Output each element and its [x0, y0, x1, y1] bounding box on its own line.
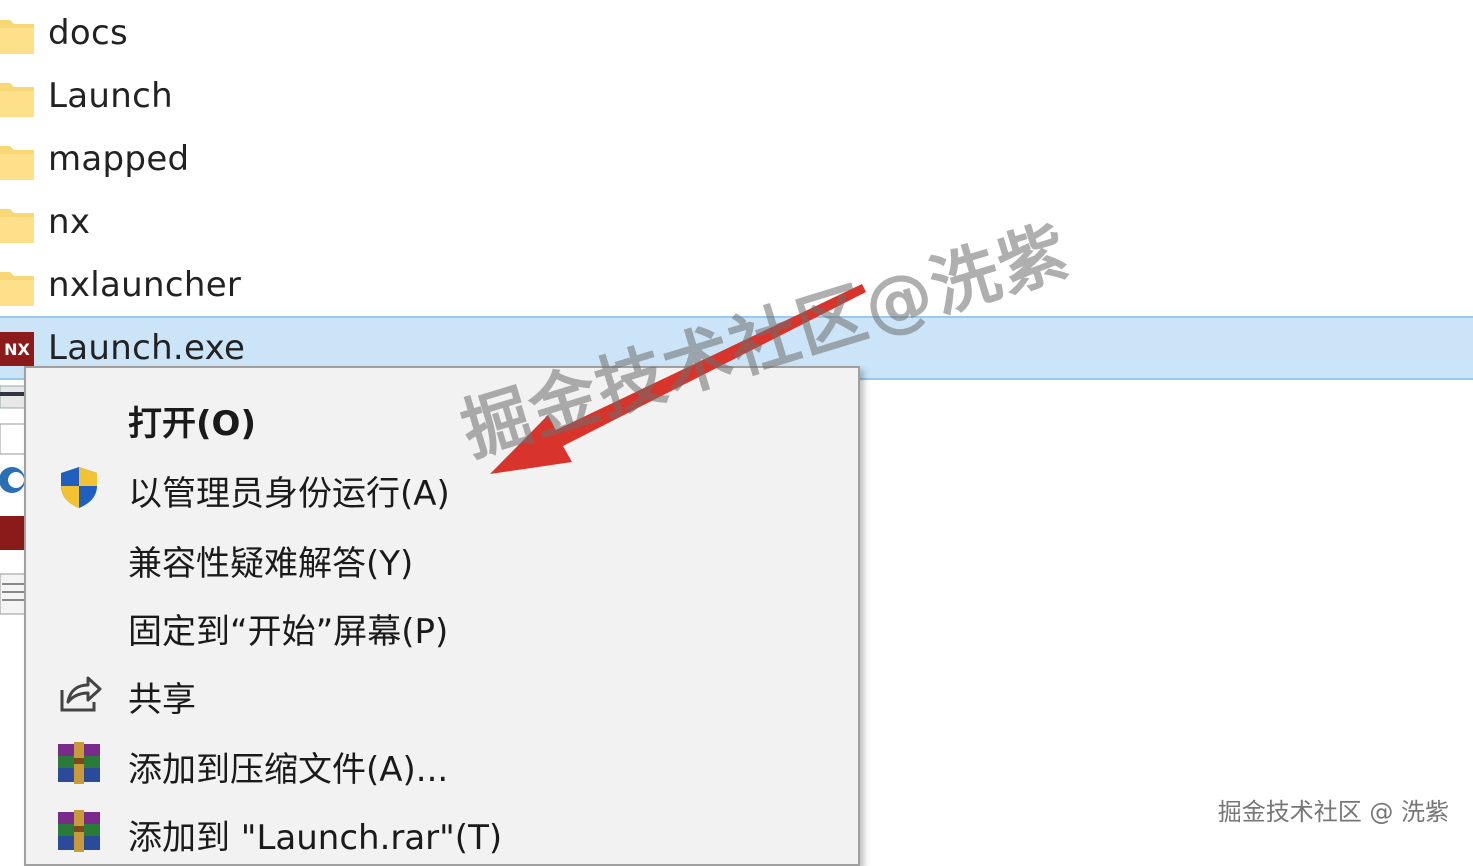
file-row-launch[interactable]: Launch: [0, 65, 1473, 127]
menu-item-label: 添加到压缩文件(A)...: [128, 750, 449, 790]
file-name: docs: [48, 13, 128, 53]
file-name: mapped: [48, 139, 190, 179]
file-row-mapped[interactable]: mapped: [0, 128, 1473, 190]
folder-icon: [0, 209, 34, 243]
file-row-nx[interactable]: nx: [0, 191, 1473, 253]
menu-item-run-as-admin[interactable]: 以管理员身份运行(A): [26, 452, 858, 518]
menu-item-label: 打开(O): [128, 404, 256, 444]
nx-app-icon-text: NX: [4, 339, 30, 359]
menu-item-label: 共享: [128, 680, 196, 720]
menu-item-add-to-archive[interactable]: 添加到压缩文件(A)...: [26, 728, 858, 794]
winrar-icon: [58, 742, 100, 784]
menu-item-pin-to-start[interactable]: 固定到“开始”屏幕(P): [26, 590, 858, 656]
menu-item-label: 兼容性疑难解答(Y): [128, 544, 414, 584]
folder-icon: [0, 146, 34, 180]
file-row-docs[interactable]: docs: [0, 2, 1473, 64]
uac-shield-icon: [61, 467, 97, 508]
menu-item-label: 固定到“开始”屏幕(P): [128, 612, 449, 652]
menu-item-open[interactable]: 打开(O): [26, 382, 858, 448]
file-name: nxlauncher: [48, 265, 242, 305]
menu-item-compatibility[interactable]: 兼容性疑难解答(Y): [26, 522, 858, 588]
menu-item-label: 以管理员身份运行(A): [128, 474, 450, 514]
folder-icon: [0, 272, 34, 306]
winrar-icon: [58, 810, 100, 852]
menu-item-share[interactable]: 共享: [26, 658, 858, 724]
file-name: Launch: [48, 76, 173, 116]
menu-item-add-to-launch-rar[interactable]: 添加到 "Launch.rar"(T): [26, 796, 858, 862]
file-name: nx: [48, 202, 91, 242]
menu-item-label: 添加到 "Launch.rar"(T): [128, 818, 503, 858]
folder-icon: [0, 83, 34, 117]
watermark-corner: 掘金技术社区 @ 洗紫: [1217, 798, 1449, 826]
share-icon: [60, 676, 102, 712]
file-row-nxlauncher[interactable]: nxlauncher: [0, 254, 1473, 316]
folder-icon: [0, 20, 34, 54]
nx-app-icon: NX: [0, 332, 34, 366]
context-menu: 打开(O) 以管理员身份运行(A) 兼容性疑难解答(Y) 固定到“开始”屏幕(P…: [24, 366, 860, 866]
file-name: Launch.exe: [48, 328, 246, 368]
background-file-icons: [0, 385, 26, 615]
